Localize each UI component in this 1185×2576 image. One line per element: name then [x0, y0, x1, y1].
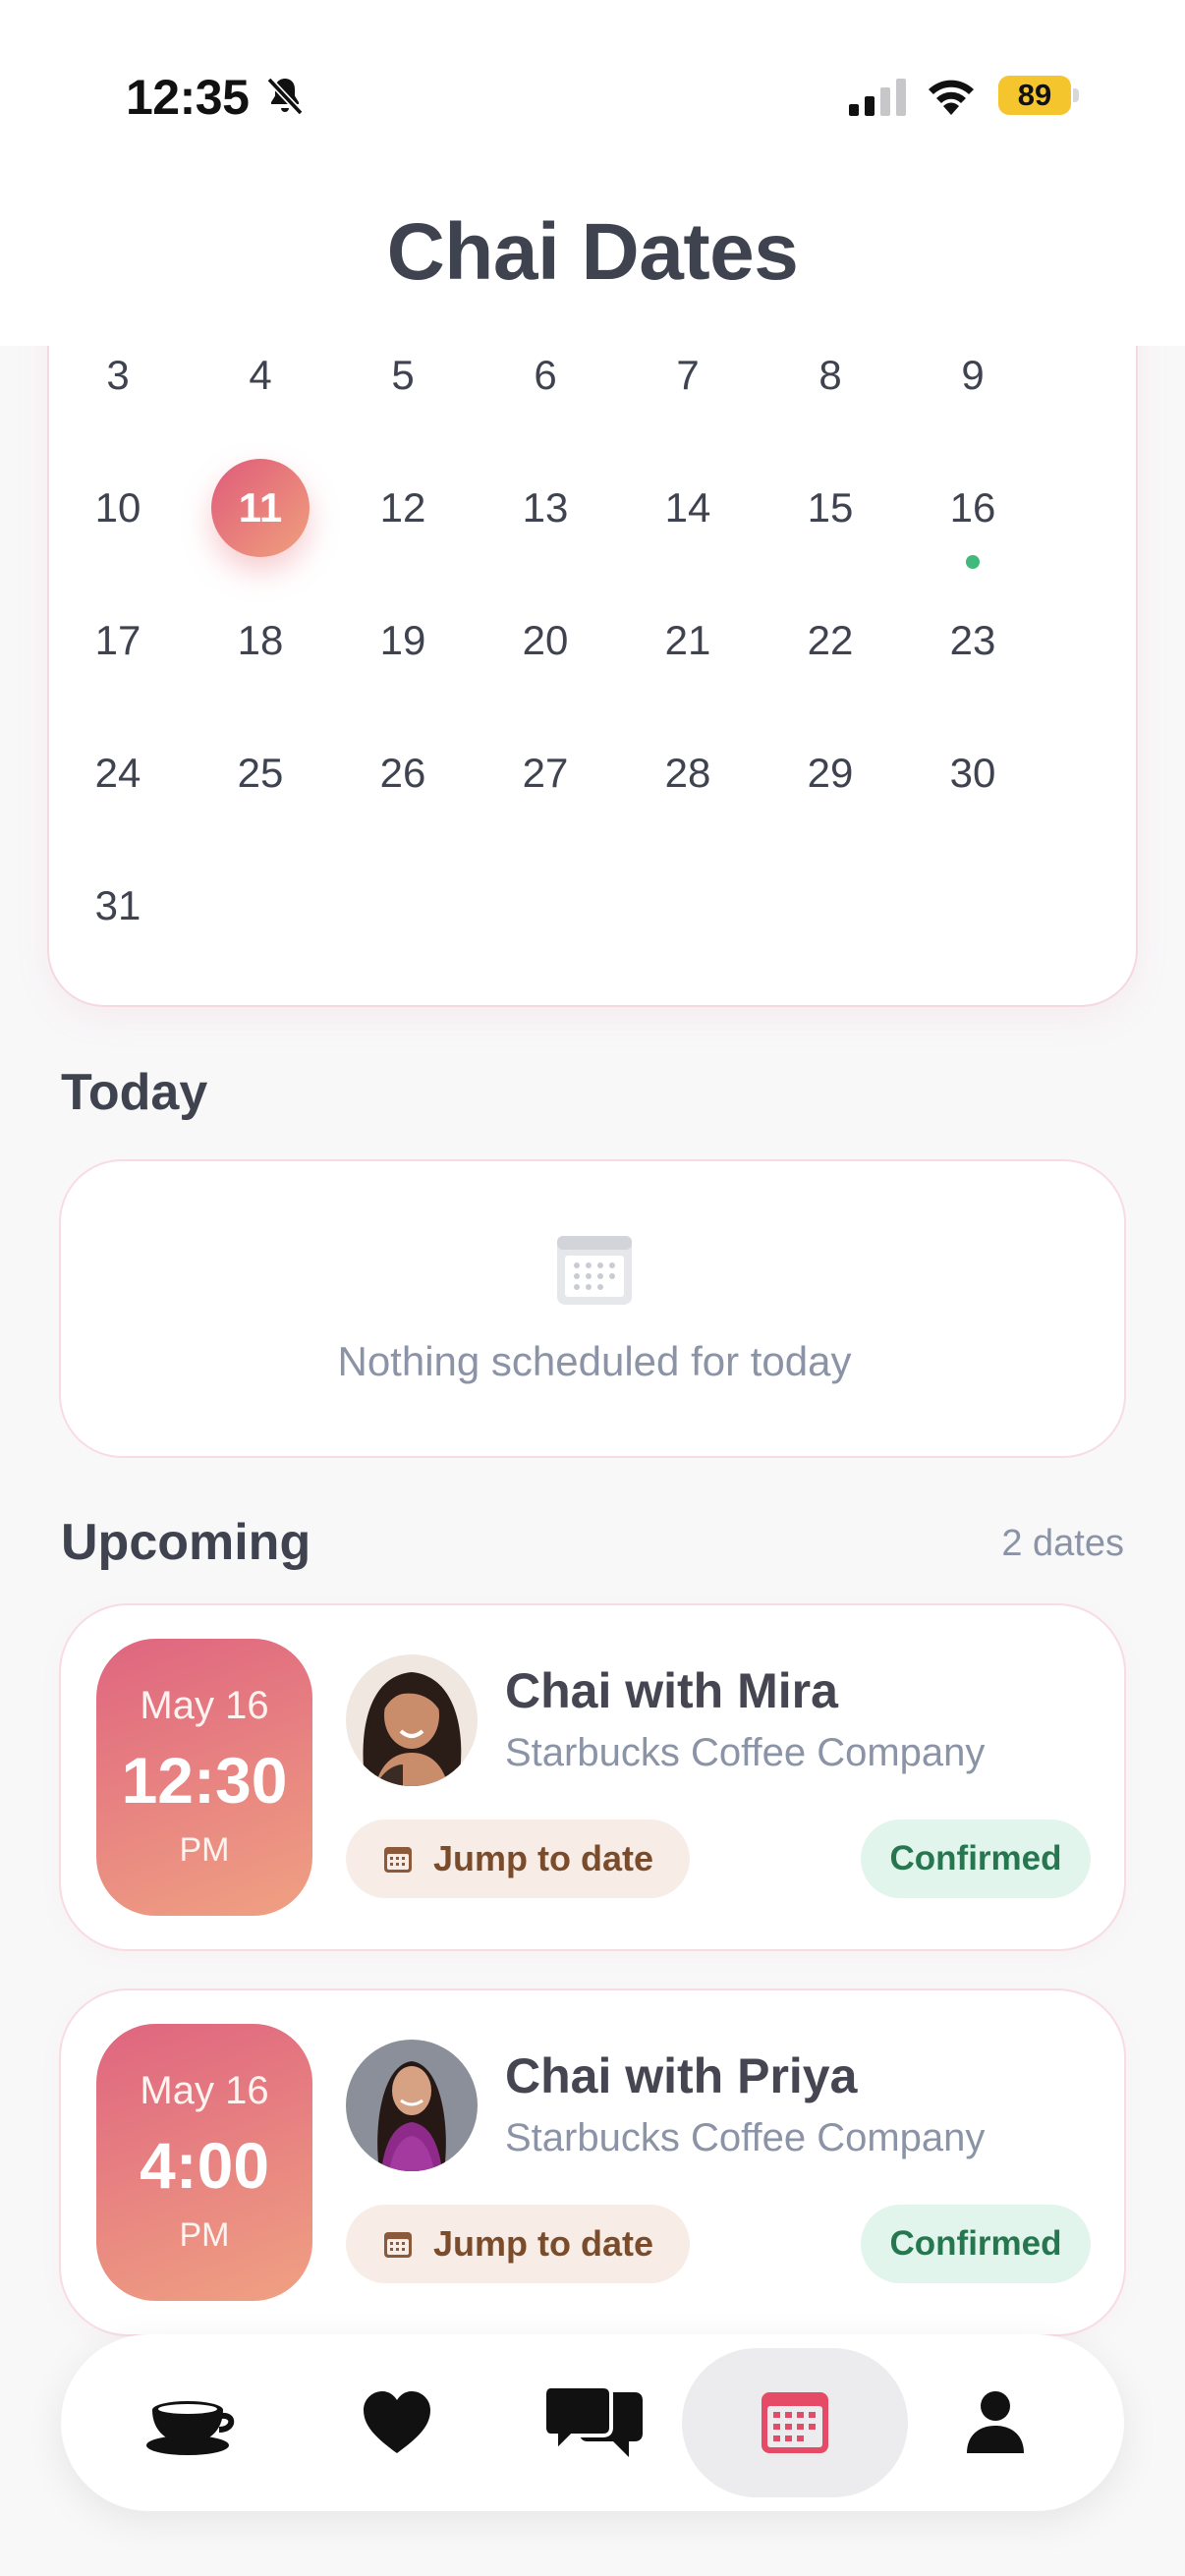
empty-state-message: Nothing scheduled for today	[337, 1338, 852, 1384]
signal-icon	[849, 79, 906, 116]
wifi-icon	[929, 80, 974, 115]
page-title: Chai Dates	[386, 207, 799, 297]
date-title: Chai with Priya	[505, 2048, 858, 2103]
calendar-day[interactable]: 15	[776, 454, 884, 562]
ampm-label: PM	[179, 2216, 230, 2254]
calendar-day[interactable]: 18	[206, 587, 314, 695]
bell-off-icon	[266, 77, 304, 116]
calendar-icon	[557, 1236, 632, 1305]
calendar-day[interactable]: 29	[776, 719, 884, 827]
date-venue: Starbucks Coffee Company	[505, 1731, 986, 1774]
calendar-day[interactable]: 27	[491, 719, 599, 827]
upcoming-heading: Upcoming	[61, 1514, 311, 1571]
calendar-day[interactable]: 25	[206, 719, 314, 827]
chat-bubbles-icon	[544, 2384, 643, 2457]
nav-item-profile[interactable]	[882, 2348, 1108, 2497]
calendar-day[interactable]: 30	[919, 719, 1027, 827]
time-label: 12:30	[121, 1744, 288, 1817]
calendar-icon	[383, 2232, 412, 2258]
battery-indicator: 89	[998, 76, 1079, 115]
calendar-day-selected[interactable]: 11	[211, 459, 310, 557]
time-label: 4:00	[139, 2129, 270, 2202]
calendar-day[interactable]: 10	[64, 454, 172, 562]
user-icon	[967, 2391, 1024, 2453]
today-heading: Today	[61, 1064, 208, 1121]
calendar-day[interactable]: 28	[634, 719, 742, 827]
upcoming-count: 2 dates	[1001, 1523, 1124, 1564]
date-venue: Starbucks Coffee Company	[505, 2116, 986, 2159]
calendar-day[interactable]: 26	[349, 719, 457, 827]
calendar-day[interactable]: 21	[634, 587, 742, 695]
nav-item-calendar[interactable]	[682, 2348, 908, 2497]
status-badge: Confirmed	[861, 1820, 1091, 1898]
avatar-priya	[346, 2040, 478, 2171]
event-indicator-dot	[966, 555, 980, 569]
date-card-mira[interactable]: May 16 12:30 PM Chai with Mira Starbucks…	[59, 1603, 1126, 1951]
nav-item-chai[interactable]	[77, 2348, 303, 2497]
calendar-day[interactable]: 24	[64, 719, 172, 827]
calendar-icon	[383, 1847, 412, 1873]
battery-tip	[1073, 88, 1079, 102]
jump-to-date-button[interactable]: Jump to date	[346, 1820, 690, 1898]
bottom-nav	[61, 2334, 1124, 2511]
heart-icon	[364, 2391, 430, 2453]
nav-item-likes[interactable]	[284, 2348, 510, 2497]
chai-dates-screen: 12:35 89 Chai Dates 3 4 5 6 7 8 9 10 11 12 13 14 15 1…	[0, 0, 1185, 2576]
calendar-day[interactable]: 12	[349, 454, 457, 562]
avatar-mira	[346, 1654, 478, 1786]
today-card: Nothing scheduled for today	[59, 1159, 1126, 1458]
status-time: 12:35	[126, 70, 250, 125]
calendar-day[interactable]: 14	[634, 454, 742, 562]
time-block: May 16 4:00 PM	[96, 2024, 312, 2301]
calendar-day[interactable]: 22	[776, 587, 884, 695]
status-badge: Confirmed	[861, 2205, 1091, 2283]
calendar-day[interactable]: 17	[64, 587, 172, 695]
calendar-day[interactable]: 16	[919, 454, 1027, 562]
date-label: May 16	[140, 2069, 269, 2112]
calendar-day[interactable]: 19	[349, 587, 457, 695]
nav-item-messages[interactable]	[481, 2348, 707, 2497]
time-block: May 16 12:30 PM	[96, 1639, 312, 1916]
calendar-day[interactable]: 13	[491, 454, 599, 562]
calendar-icon	[762, 2392, 828, 2453]
calendar-day[interactable]: 20	[491, 587, 599, 695]
date-card-priya[interactable]: May 16 4:00 PM Chai with Priya Starbucks…	[59, 1988, 1126, 2336]
top-bar: 12:35 89 Chai Dates	[0, 0, 1185, 346]
battery-level: 89	[998, 76, 1071, 115]
calendar-day[interactable]: 23	[919, 587, 1027, 695]
jump-to-date-label: Jump to date	[432, 2223, 653, 2264]
calendar-day[interactable]: 31	[64, 852, 172, 960]
date-label: May 16	[140, 1684, 269, 1727]
jump-to-date-button[interactable]: Jump to date	[346, 2205, 690, 2283]
calendar-card: 3 4 5 6 7 8 9 10 11 12 13 14 15 16 17 18 19 20 21 22 23 24 25 2…	[47, 236, 1138, 1007]
jump-to-date-label: Jump to date	[432, 1838, 653, 1878]
date-title: Chai with Mira	[505, 1663, 838, 1718]
ampm-label: PM	[179, 1831, 230, 1869]
coffee-cup-icon	[146, 2401, 235, 2455]
